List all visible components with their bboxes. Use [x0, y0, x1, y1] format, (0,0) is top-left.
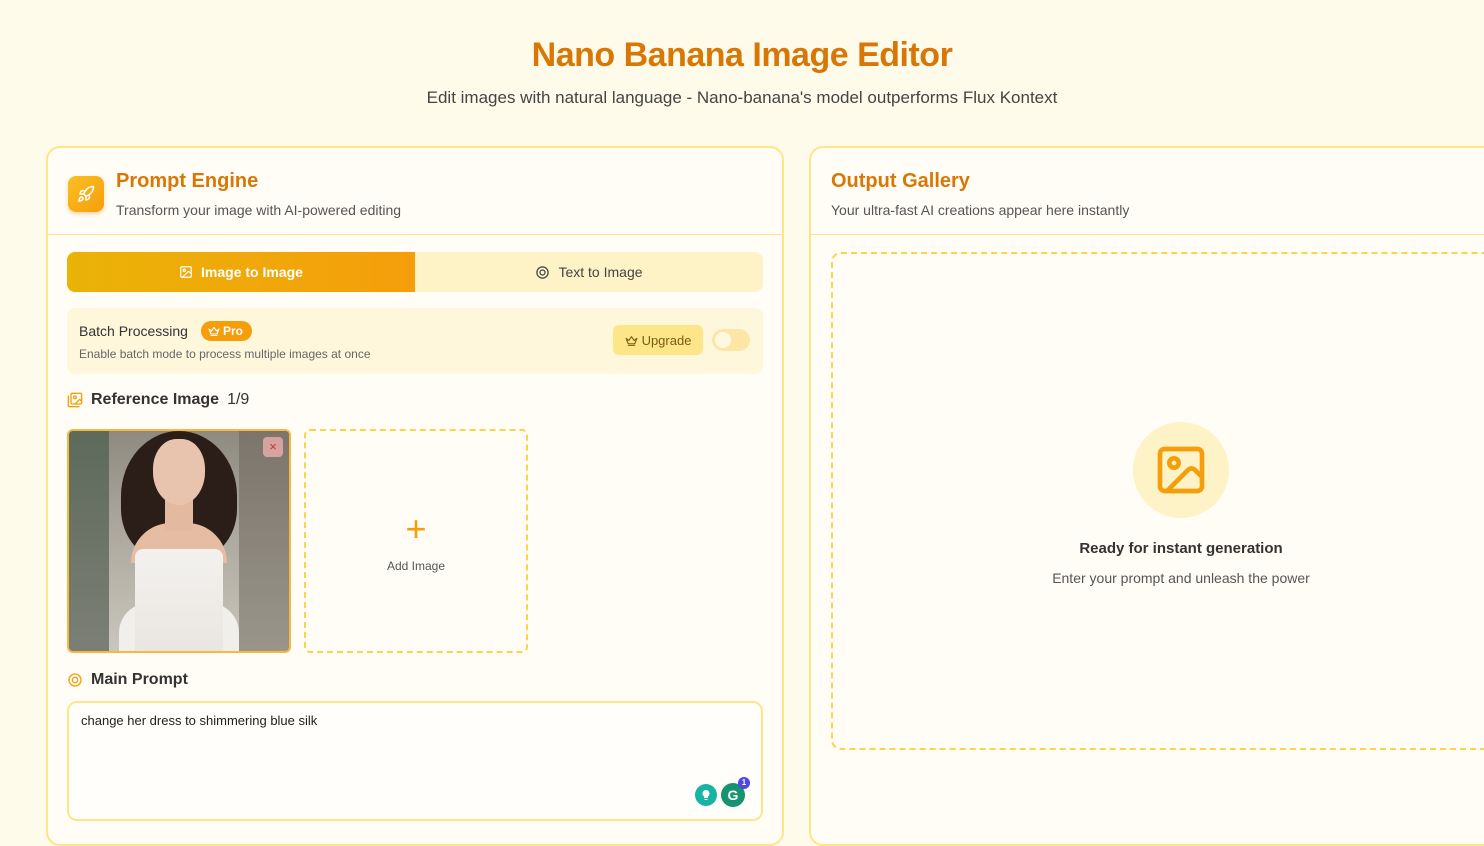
output-gallery-header: Output Gallery Your ultra-fast AI creati…: [811, 148, 1484, 235]
image-placeholder-icon: [1133, 422, 1229, 518]
images-icon: [67, 392, 83, 408]
main-prompt-value: change her dress to shimmering blue silk: [81, 713, 318, 728]
batch-processing-panel: Batch Processing Pro Enable batch mode t…: [67, 308, 763, 374]
add-image-label: Add Image: [386, 559, 446, 573]
main-prompt-input[interactable]: change her dress to shimmering blue silk…: [67, 701, 763, 821]
remove-image-button[interactable]: ×: [263, 437, 283, 457]
grammarly-count-badge: 1: [738, 777, 750, 789]
tab-image-to-image[interactable]: Image to Image: [67, 252, 415, 292]
target-icon: [536, 265, 550, 279]
batch-processing-description: Enable batch mode to process multiple im…: [79, 347, 371, 361]
reference-image-count: 1/9: [227, 391, 250, 408]
extension-icons: G 1: [695, 777, 750, 807]
image-icon: [180, 266, 192, 278]
prompt-engine-title: Prompt Engine: [116, 170, 259, 192]
prompt-engine-description: Transform your image with AI-powered edi…: [116, 202, 402, 218]
pro-badge: Pro: [201, 321, 253, 341]
output-gallery-description: Your ultra-fast AI creations appear here…: [831, 202, 1130, 218]
page-title: Nano Banana Image Editor: [531, 36, 953, 74]
upgrade-button[interactable]: Upgrade: [613, 325, 703, 355]
grammarly-icon[interactable]: G 1: [721, 777, 750, 807]
plus-icon: +: [405, 508, 427, 549]
main-prompt-heading: Main Prompt: [67, 671, 188, 689]
reference-image-heading: Reference Image 1/9: [67, 391, 249, 409]
reference-image-thumbnail[interactable]: ×: [67, 429, 291, 653]
crown-icon: [625, 335, 638, 346]
crown-icon: [208, 326, 220, 337]
mode-tabs: Image to Image Text to Image: [67, 252, 763, 292]
tab-text-to-image[interactable]: Text to Image: [415, 252, 763, 292]
add-image-button[interactable]: + Add Image: [304, 429, 528, 653]
prompt-engine-card: Prompt Engine Transform your image with …: [46, 146, 784, 846]
empty-state-title: Ready for instant generation: [1079, 540, 1283, 557]
output-gallery-card: Output Gallery Your ultra-fast AI creati…: [809, 146, 1484, 846]
output-drop-zone: Ready for instant generation Enter your …: [831, 252, 1484, 750]
batch-toggle[interactable]: [712, 329, 750, 351]
tab-label: Image to Image: [201, 264, 303, 280]
page-subtitle: Edit images with natural language - Nano…: [426, 88, 1058, 107]
output-gallery-title: Output Gallery: [831, 170, 970, 192]
prompt-engine-header: Prompt Engine Transform your image with …: [48, 148, 782, 235]
lightbulb-icon[interactable]: [695, 784, 717, 806]
target-icon: [68, 673, 82, 687]
batch-processing-label: Batch Processing: [79, 323, 188, 339]
rocket-icon: [68, 176, 104, 212]
empty-state-description: Enter your prompt and unleash the power: [1052, 570, 1310, 586]
tab-label: Text to Image: [558, 264, 643, 280]
